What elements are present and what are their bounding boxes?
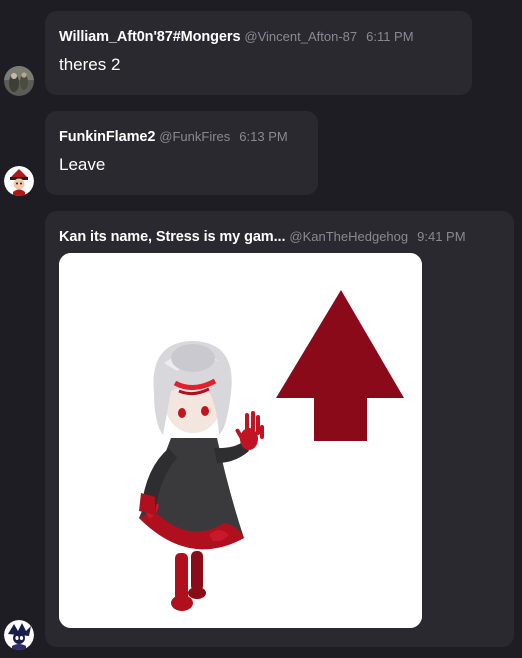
author-handle[interactable]: @KanTheHedgehog (289, 229, 408, 244)
timestamp: 6:11 PM (366, 29, 414, 44)
author-handle[interactable]: @Vincent_Afton-87 (244, 29, 357, 44)
message-bubble[interactable]: Kan its name, Stress is my gam... @KanThe… (45, 211, 514, 647)
timestamp: 9:41 PM (417, 229, 466, 244)
timestamp: 6:13 PM (239, 129, 288, 144)
attached-image (59, 253, 422, 628)
chat-thread: William_Aft0n'87#Mongers @Vincent_Afton-8… (0, 0, 522, 658)
user-avatar-icon (4, 166, 34, 196)
author-name[interactable]: FunkinFlame2 (59, 129, 155, 145)
user-avatar-icon (4, 66, 34, 96)
avatar-kan[interactable] (4, 620, 34, 650)
user-avatar-icon (4, 620, 34, 650)
author-name[interactable]: Kan its name, Stress is my gam... (59, 229, 285, 245)
message-header: FunkinFlame2 @FunkFires 6:13 PM (59, 128, 318, 146)
avatar-william[interactable] (4, 66, 34, 96)
author-name[interactable]: William_Aft0n'87#Mongers (59, 29, 241, 45)
message-bubble[interactable]: FunkinFlame2 @FunkFires 6:13 PM Leave (45, 111, 318, 195)
author-handle[interactable]: @FunkFires (159, 129, 230, 144)
image-attachment[interactable] (59, 253, 422, 628)
message-text: Leave (59, 155, 106, 174)
message-header: Kan its name, Stress is my gam... @KanThe… (59, 228, 514, 246)
message-text: theres 2 (59, 55, 121, 74)
message-header: William_Aft0n'87#Mongers @Vincent_Afton-8… (59, 28, 472, 46)
message-bubble[interactable]: William_Aft0n'87#Mongers @Vincent_Afton-8… (45, 11, 472, 95)
avatar-funkinflame[interactable] (4, 166, 34, 196)
